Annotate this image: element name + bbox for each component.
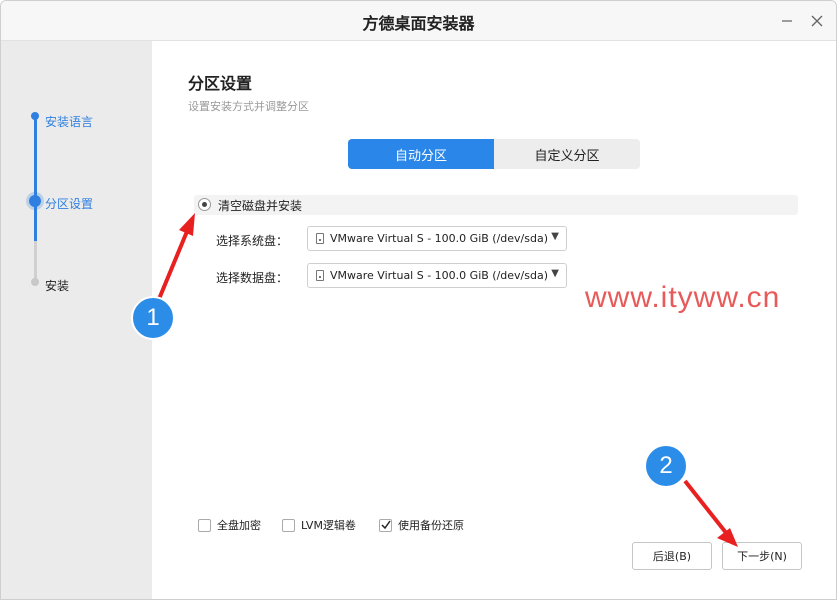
step-label-install: 安装 — [45, 279, 70, 293]
lvm-checkbox[interactable]: LVM逻辑卷 — [282, 517, 356, 533]
data-disk-label: 选择数据盘： — [216, 271, 289, 285]
chevron-down-icon: ▼ — [551, 268, 559, 279]
page-title: 分区设置 — [188, 74, 253, 93]
checkbox-label: 使用备份还原 — [398, 519, 464, 532]
checkbox-label: 全盘加密 — [217, 519, 261, 532]
step-label-language: 安装语言 — [45, 115, 94, 129]
disk-icon — [316, 270, 324, 281]
check-icon — [380, 520, 391, 530]
window-title: 方德桌面安装器 — [362, 14, 475, 33]
radio-button[interactable] — [198, 198, 211, 211]
disk-icon — [316, 233, 324, 244]
chevron-down-icon: ▼ — [551, 231, 559, 242]
system-disk-value: VMware Virtual S - 100.0 GiB (/dev/sda) — [330, 232, 549, 245]
checkbox-box[interactable] — [379, 518, 392, 532]
data-disk-select[interactable]: VMware Virtual S - 100.0 GiB (/dev/sda) … — [307, 263, 567, 288]
step-progress-line — [34, 116, 37, 201]
tab-custom-partition[interactable]: 自定义分区 — [494, 139, 640, 169]
system-disk-select[interactable]: VMware Virtual S - 100.0 GiB (/dev/sda) … — [307, 226, 567, 251]
close-icon[interactable] — [805, 9, 829, 33]
installer-window: 方德桌面安装器 安装语言 分区设置 安装 分区设置 设置安装方式并调整分区 自动… — [0, 0, 837, 600]
main-panel: 分区设置 设置安装方式并调整分区 自动分区 自定义分区 清空磁盘并安装 选择系统… — [152, 41, 836, 599]
step-pending-line — [34, 241, 37, 281]
checkbox-box[interactable] — [198, 518, 211, 532]
erase-disk-label: 清空磁盘并安装 — [218, 199, 303, 213]
step-dot-done — [31, 112, 39, 120]
step-progress-line — [34, 201, 37, 241]
backup-restore-checkbox[interactable]: 使用备份还原 — [379, 517, 464, 533]
step-dot-pending — [31, 278, 39, 286]
annotation-badge-2: 2 — [644, 444, 688, 488]
page-subtitle: 设置安装方式并调整分区 — [188, 100, 309, 113]
title-bar: 方德桌面安装器 — [1, 1, 836, 41]
data-disk-value: VMware Virtual S - 100.0 GiB (/dev/sda) — [330, 269, 549, 282]
minimize-icon[interactable] — [775, 9, 799, 33]
next-button[interactable]: 下一步(N) — [722, 542, 802, 570]
partition-mode-tabs: 自动分区 自定义分区 — [348, 139, 640, 169]
steps-sidebar: 安装语言 分区设置 安装 — [1, 41, 152, 599]
watermark-text: www.ityww.cn — [585, 281, 781, 314]
full-disk-encryption-checkbox[interactable]: 全盘加密 — [198, 517, 261, 533]
checkbox-box[interactable] — [282, 518, 295, 532]
step-label-partition: 分区设置 — [45, 197, 94, 211]
checkbox-label: LVM逻辑卷 — [301, 519, 356, 532]
annotation-badge-1: 1 — [131, 296, 175, 340]
erase-disk-option[interactable]: 清空磁盘并安装 — [194, 195, 798, 215]
system-disk-label: 选择系统盘： — [216, 234, 289, 248]
back-button[interactable]: 后退(B) — [632, 542, 712, 570]
tab-auto-partition[interactable]: 自动分区 — [348, 139, 494, 169]
step-dot-current — [29, 195, 41, 207]
